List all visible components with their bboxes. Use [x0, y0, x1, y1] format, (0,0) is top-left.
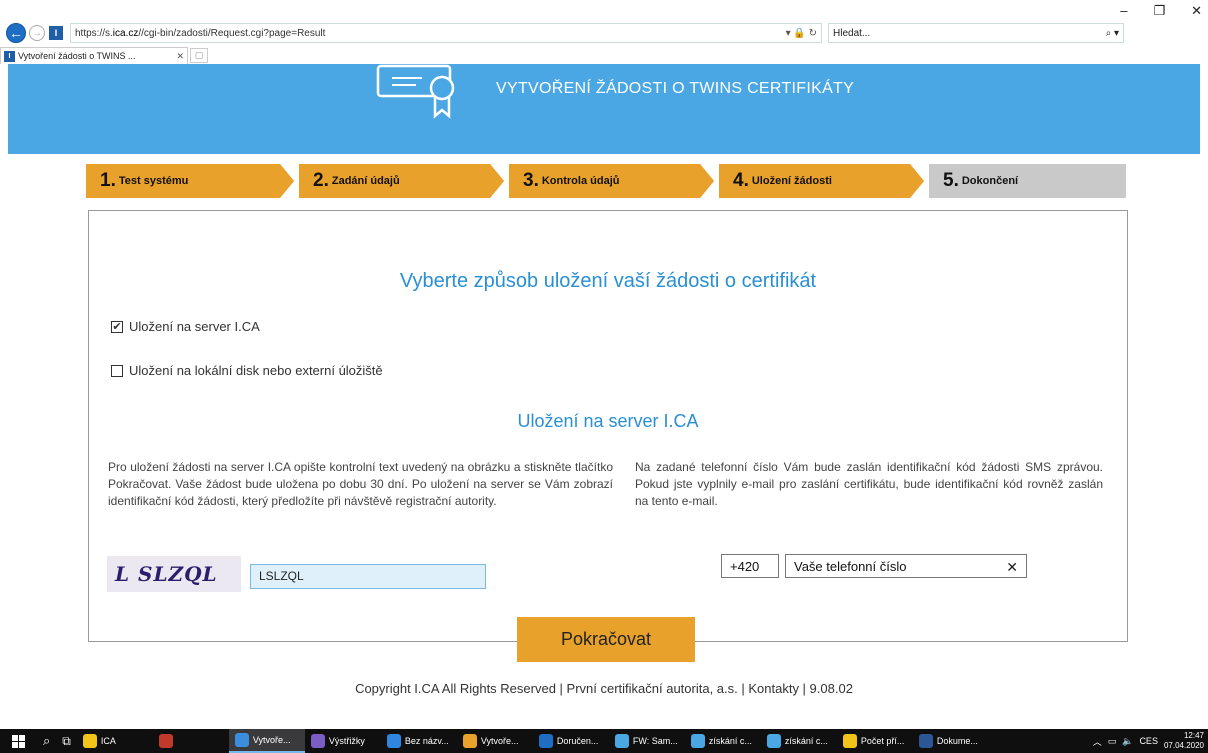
taskbar-app-6[interactable]: Doručen...	[533, 729, 609, 753]
tab-title: Vytvoření žádosti o TWINS ...	[18, 51, 136, 61]
left-instructions: Pro uložení žádosti na server I.CA opišt…	[108, 460, 613, 508]
restore-button[interactable]: ❐	[1153, 3, 1165, 19]
taskbar-app-label: Dokume...	[936, 736, 978, 746]
app-icon	[158, 734, 173, 748]
certificate-icon	[376, 64, 455, 119]
app-icon	[690, 734, 705, 748]
taskbar-app-label: Doručen...	[556, 736, 599, 746]
checkbox-unchecked-icon[interactable]	[111, 364, 123, 377]
taskbar-app-4[interactable]: Bez názv...	[381, 729, 457, 753]
window-controls: – ❐ ✕	[1120, 3, 1202, 19]
taskbar-apps: ICA Vytvoře... Výstřižky Bez názv... Vytvoře…	[77, 729, 989, 753]
taskbar-app-5[interactable]: Vytvoře...	[457, 729, 533, 753]
minimize-button[interactable]: –	[1120, 3, 1127, 19]
taskbar-app-1[interactable]	[153, 729, 229, 753]
app-icon	[234, 733, 249, 747]
app-icon	[538, 734, 553, 748]
clock[interactable]: 12:47 07.04.2020	[1164, 731, 1204, 751]
chevron-up-icon[interactable]: ︿	[1093, 735, 1102, 748]
section-heading: Vyberte způsob uložení vaší žádosti o ce…	[399, 270, 817, 292]
continue-button[interactable]: Pokračovat	[517, 617, 695, 662]
app-icon	[462, 734, 477, 748]
chevron-right-icon	[910, 164, 930, 198]
page-title: VYTVOŘENÍ ŽÁDOSTI O TWINS CERTIFIKÁTY	[496, 80, 855, 97]
subsection-heading: Uložení na server I.CA	[517, 411, 699, 431]
windows-start-icon[interactable]	[0, 729, 37, 753]
network-icon[interactable]: ▭	[1108, 736, 1117, 747]
wizard-steps: 1. Test systému 2. Zadání údajů 3. Kontrola…	[86, 164, 1126, 198]
app-icon	[842, 734, 857, 748]
taskbar-app-8[interactable]: získání c...	[685, 729, 761, 753]
step-save: 4. Uložení žádosti	[719, 164, 930, 198]
taskbar-app-2[interactable]: Vytvoře...	[228, 729, 305, 753]
system-tray: ︿ ▭ 🔈 CES 12:47 07.04.2020	[1093, 731, 1208, 751]
app-icon	[614, 734, 629, 748]
browser-chrome: – ❐ ✕ ← → I https://s.ica.cz//cgi-bin/za…	[0, 0, 1208, 64]
taskbar-app-label: získání c...	[708, 736, 752, 746]
step-review: 3. Kontrola údajů	[509, 164, 720, 198]
taskbar-app-label: Bez názv...	[404, 736, 449, 746]
step-input: 2. Zadání údajů	[299, 164, 510, 198]
phone-number-value: Vaše telefonní číslo	[794, 559, 907, 574]
chevron-right-icon	[490, 164, 510, 198]
navigation-bar: ← → I https://s.ica.cz//cgi-bin/zadosti/…	[6, 22, 1202, 44]
clear-icon[interactable]: ✕	[1006, 559, 1018, 575]
captcha-input[interactable]: LSLZQL	[250, 564, 486, 589]
taskbar-app-3[interactable]: Výstřižky	[305, 729, 381, 753]
option-local[interactable]: Uložení na lokální disk nebo externí úlo…	[111, 363, 383, 378]
volume-icon[interactable]: 🔈	[1122, 736, 1133, 747]
search-icon[interactable]: ⌕ ▾	[1106, 28, 1119, 39]
option-server[interactable]: ✔ Uložení na server I.CA	[111, 319, 260, 334]
back-arrow-icon[interactable]: ←	[6, 23, 26, 43]
address-tools-icons[interactable]: ▾ 🔒 ↻	[786, 28, 817, 39]
taskbar-app-label: ICA	[100, 736, 116, 746]
option-local-label: Uložení na lokální disk nebo externí úlo…	[129, 363, 383, 378]
taskbar-app-label: Vytvoře...	[252, 735, 291, 745]
taskbar-app-label: získání c...	[784, 736, 828, 746]
taskbar-app-7[interactable]: FW: Sam...	[609, 729, 685, 753]
app-icon	[918, 734, 933, 748]
phone-prefix-field[interactable]: +420	[721, 554, 779, 578]
app-icon	[310, 734, 325, 748]
taskbar: ⌕ ⧉ ICA Vytvoře... Výstřižky Bez názv... Vyt…	[0, 729, 1208, 753]
taskbar-app-10[interactable]: Počet pří...	[837, 729, 913, 753]
forward-arrow-icon[interactable]: →	[29, 25, 45, 41]
taskbar-app-9[interactable]: získání c...	[761, 729, 837, 753]
option-server-label: Uložení na server I.CA	[129, 319, 260, 334]
tab-close-icon[interactable]: ✕	[176, 51, 184, 62]
chevron-right-icon	[700, 164, 720, 198]
taskbar-app-label: Počet pří...	[860, 736, 905, 746]
main-panel: Vyberte způsob uložení vaší žádosti o ce…	[88, 210, 1128, 642]
app-icon	[82, 734, 97, 748]
taskbar-app-label: Vytvoře...	[480, 736, 519, 746]
search-input[interactable]: Hledat... ⌕ ▾	[828, 23, 1124, 43]
page-header-banner: VYTVOŘENÍ ŽÁDOSTI O TWINS CERTIFIKÁTY	[8, 64, 1200, 154]
tab-favicon-icon: I	[4, 50, 15, 62]
search-icon[interactable]: ⌕	[37, 729, 56, 753]
taskbar-app-label: Výstřižky	[328, 736, 365, 746]
right-instructions: Na zadané telefonní číslo Vám bude zaslá…	[635, 460, 1103, 508]
taskbar-app-0[interactable]: ICA	[77, 729, 153, 753]
captcha-image: L SLZQL	[107, 556, 241, 592]
tab-strip: I Vytvoření žádosti o TWINS ... ✕ ▢	[0, 47, 208, 64]
site-favicon-icon: I	[49, 26, 63, 40]
close-window-button[interactable]: ✕	[1191, 3, 1202, 19]
url-text: https://s.ica.cz//cgi-bin/zadosti/Reques…	[75, 27, 326, 39]
chevron-right-icon	[280, 164, 300, 198]
taskbar-app-label: FW: Sam...	[632, 736, 678, 746]
step-finish: 5. Dokončení	[929, 164, 1126, 198]
tab-active[interactable]: I Vytvoření žádosti o TWINS ... ✕	[0, 47, 188, 64]
footer-text: Copyright I.CA All Rights Reserved | Prv…	[355, 681, 853, 696]
phone-number-input[interactable]: Vaše telefonní číslo ✕	[785, 554, 1027, 578]
task-view-icon[interactable]: ⧉	[56, 729, 77, 753]
new-tab-button[interactable]: ▢	[190, 48, 208, 63]
address-bar[interactable]: https://s.ica.cz//cgi-bin/zadosti/Reques…	[70, 23, 822, 43]
taskbar-app-11[interactable]: Dokume...	[913, 729, 989, 753]
checkbox-checked-icon[interactable]: ✔	[111, 320, 123, 333]
app-icon	[766, 734, 781, 748]
step-test: 1. Test systému	[86, 164, 300, 198]
language-indicator[interactable]: CES	[1139, 736, 1158, 746]
app-icon	[386, 734, 401, 748]
